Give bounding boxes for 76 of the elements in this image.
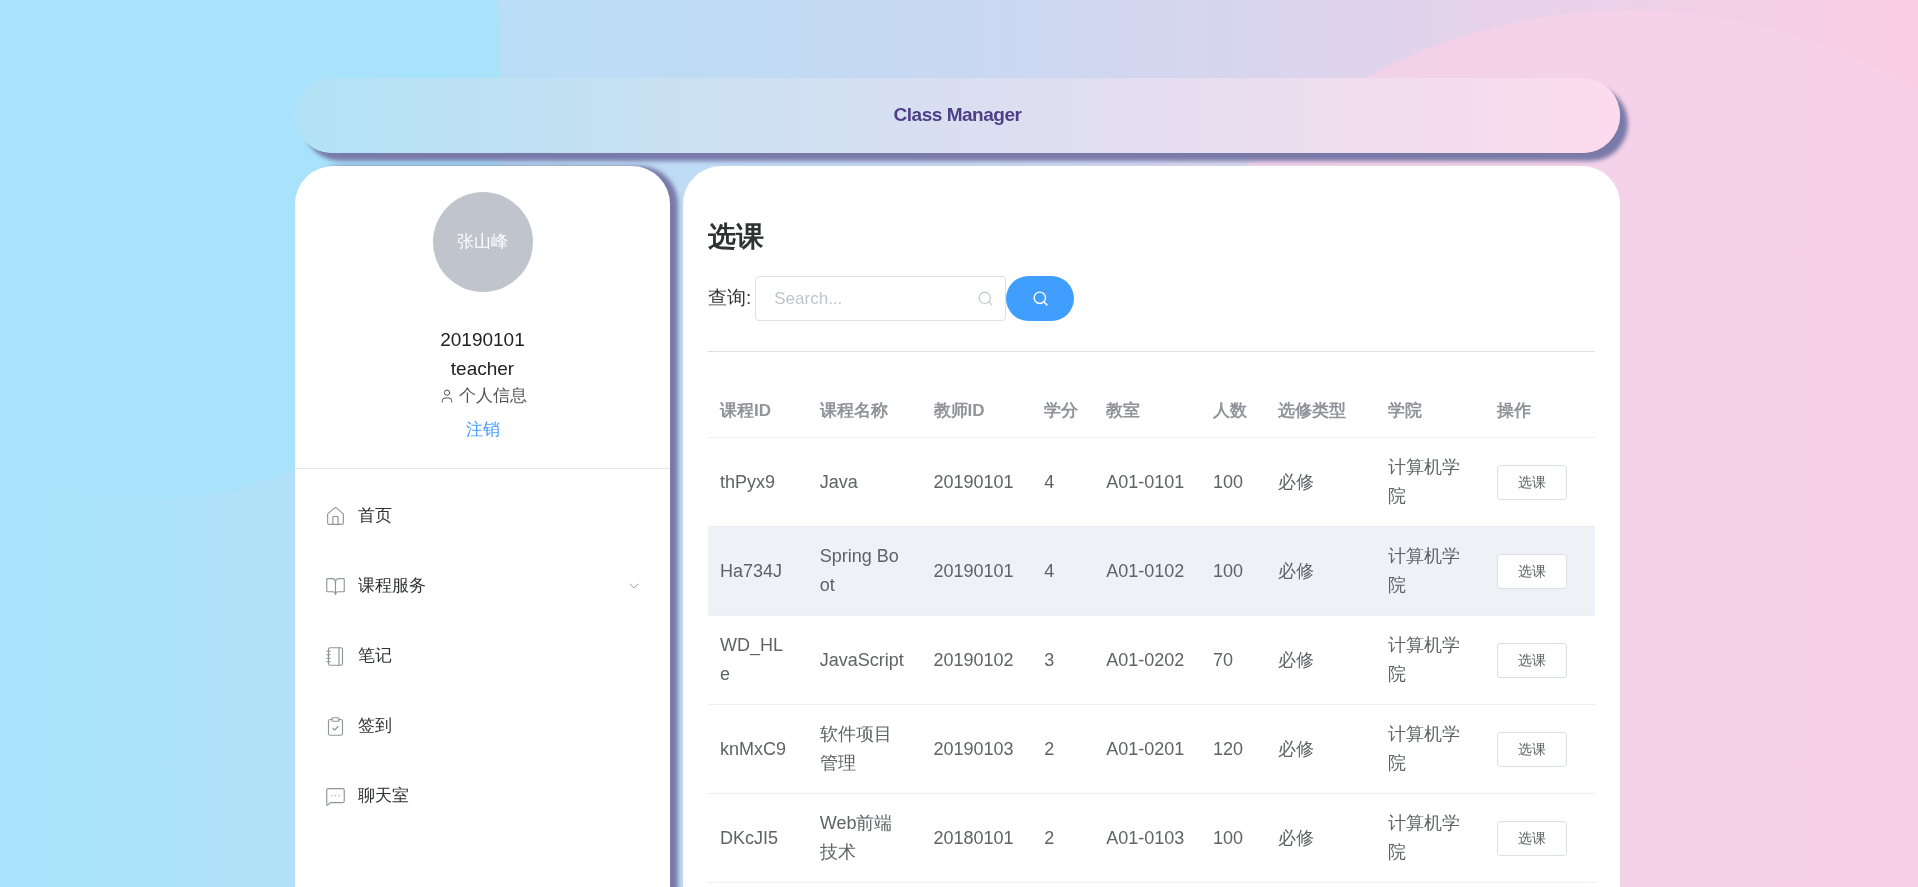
table-row[interactable]: Ha734J Spring Boot 20190101 4 A01-0102 100 必修 计算机学院 选课 bbox=[708, 527, 1595, 616]
table-cell: 20190102 bbox=[933, 649, 1014, 670]
home-icon bbox=[325, 505, 346, 527]
table-cell: 3 bbox=[1044, 649, 1055, 670]
column-header: 学分 bbox=[1044, 400, 1079, 420]
clipboard-check-icon bbox=[325, 715, 346, 737]
table-cell: 4 bbox=[1044, 560, 1055, 581]
table-cell: 必修 bbox=[1277, 649, 1314, 670]
table-cell: 必修 bbox=[1277, 560, 1314, 581]
column-header: 人数 bbox=[1212, 400, 1247, 420]
menu-item[interactable]: 聊天室 bbox=[295, 761, 670, 831]
table-cell: Java bbox=[819, 471, 858, 492]
table-cell: A01-0201 bbox=[1106, 738, 1185, 759]
column-header: 课程ID bbox=[720, 400, 771, 420]
table-cell: WD_HLe bbox=[720, 635, 783, 684]
table-cell: Ha734J bbox=[720, 560, 783, 581]
page-title: 选课 bbox=[708, 220, 765, 254]
search-icon bbox=[1031, 290, 1049, 307]
table-cell: A01-0101 bbox=[1106, 471, 1185, 492]
select-course-button[interactable]: 选课 bbox=[1497, 820, 1568, 856]
table-cell: A01-0102 bbox=[1106, 560, 1185, 581]
table-cell: 计算机学院 bbox=[1387, 457, 1460, 506]
table-cell: 计算机学院 bbox=[1387, 546, 1460, 595]
search-field[interactable]: Search... bbox=[755, 276, 1007, 321]
select-course-button[interactable]: 选课 bbox=[1497, 642, 1568, 678]
column-header: 选修类型 bbox=[1277, 400, 1346, 420]
column-header: 操作 bbox=[1497, 400, 1532, 420]
avatar: 张山峰 bbox=[432, 192, 533, 292]
table-cell: 100 bbox=[1212, 827, 1243, 848]
table-cell: 100 bbox=[1212, 471, 1243, 492]
table-cell: 2 bbox=[1044, 738, 1055, 759]
menu-item[interactable]: 笔记 bbox=[295, 621, 670, 691]
table-cell: Web前端技术 bbox=[819, 813, 893, 862]
column-header: 教室 bbox=[1106, 400, 1141, 420]
table-cell: 计算机学院 bbox=[1387, 724, 1460, 773]
table-cell: Spring Boot bbox=[819, 546, 899, 595]
table-cell: DKcJI5 bbox=[720, 827, 779, 848]
user-role: teacher bbox=[450, 356, 515, 381]
column-header: 学院 bbox=[1387, 400, 1422, 420]
table-cell: 软件项目管理 bbox=[819, 724, 892, 773]
table-cell: 必修 bbox=[1277, 738, 1314, 759]
column-header: 教师ID bbox=[933, 400, 985, 420]
column-header: 课程名称 bbox=[819, 400, 888, 420]
select-course-button[interactable]: 选课 bbox=[1497, 731, 1568, 767]
table-cell: A01-0202 bbox=[1106, 649, 1185, 670]
table-cell: thPyx9 bbox=[720, 471, 776, 492]
table-cell: knMxC9 bbox=[720, 738, 786, 759]
table-cell: A01-0103 bbox=[1106, 827, 1185, 848]
search-button[interactable] bbox=[1006, 276, 1075, 321]
table-cell: 20190101 bbox=[933, 560, 1014, 581]
table-cell: 计算机学院 bbox=[1387, 635, 1460, 684]
table-cell: 100 bbox=[1212, 560, 1243, 581]
select-course-button[interactable]: 选课 bbox=[1497, 553, 1568, 589]
table-cell: 4 bbox=[1044, 471, 1055, 492]
search-icon bbox=[977, 290, 995, 307]
table-cell: 计算机学院 bbox=[1387, 813, 1460, 862]
table-cell: 20190103 bbox=[933, 738, 1014, 759]
table-cell: 必修 bbox=[1277, 827, 1314, 848]
table-cell: 20190101 bbox=[933, 471, 1014, 492]
menu-item[interactable]: 首页 bbox=[295, 481, 670, 551]
menu-item[interactable]: 课程服务 bbox=[295, 551, 670, 621]
table-cell: 120 bbox=[1212, 738, 1243, 759]
notebook-icon bbox=[325, 645, 346, 667]
table-cell: 20180101 bbox=[933, 827, 1014, 848]
search-label: 查询: bbox=[708, 286, 752, 311]
chat-icon bbox=[325, 785, 346, 807]
user-id: 20190101 bbox=[440, 328, 525, 352]
menu-item[interactable]: 签到 bbox=[295, 691, 670, 761]
table-cell: 70 bbox=[1212, 649, 1233, 670]
table-cell: 2 bbox=[1044, 827, 1055, 848]
table-cell: 必修 bbox=[1277, 471, 1314, 492]
select-course-button[interactable]: 选课 bbox=[1497, 464, 1568, 500]
book-icon bbox=[325, 575, 346, 597]
table-cell: JavaScript bbox=[819, 649, 904, 670]
app-title: Class Manager bbox=[893, 103, 1022, 128]
profile-link[interactable]: 个人信息 bbox=[438, 383, 527, 409]
